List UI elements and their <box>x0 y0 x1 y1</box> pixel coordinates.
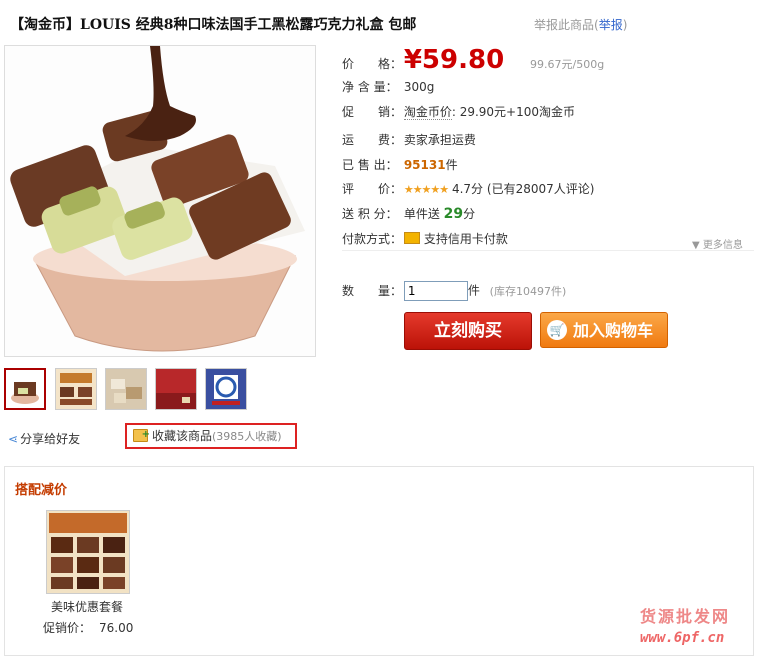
share-icon: ⋖ <box>8 432 19 446</box>
shipping-row: 运 费： 卖家承担运费 <box>342 131 476 148</box>
quantity-unit: 件 <box>467 283 480 298</box>
favorite-folder-icon <box>133 424 150 446</box>
combo-price-label: 促销价： <box>43 621 92 635</box>
promo-row: 促 销： 淘金币价: 29.90元+100淘金币 <box>342 105 576 120</box>
rating-label: 评 价： <box>342 182 403 196</box>
price-label: 价 格： <box>342 57 403 71</box>
promo-name[interactable]: 淘金币价 <box>403 105 452 120</box>
combo-image[interactable] <box>46 510 130 594</box>
rating-stars-icon: ★★★★★ <box>403 183 449 196</box>
shipping-label: 运 费： <box>342 133 403 147</box>
add-to-cart-label: 加入购物车 <box>573 321 654 340</box>
stock-count: (库存10497件) <box>489 284 567 298</box>
sold-label: 已 售 出： <box>342 158 398 172</box>
promo-label: 促 销： <box>342 105 403 119</box>
thumbnail-2[interactable] <box>55 368 97 410</box>
payment-value: 支持信用卡付款 <box>423 232 508 246</box>
combo-section: 搭配减价 美味优惠套餐 促销价： 76.00 <box>4 466 754 656</box>
credit-card-icon <box>403 232 420 244</box>
points-label: 送 积 分： <box>342 207 398 221</box>
report-anchor[interactable]: 举报 <box>599 18 623 32</box>
thumbnail-4[interactable] <box>155 368 197 410</box>
cart-icon: 🛒 <box>547 320 567 340</box>
more-info-link[interactable]: ▼ 更多信息 <box>692 236 743 251</box>
thumbnail-3[interactable] <box>105 368 147 410</box>
unit-price: 99.67元/500g <box>530 58 605 71</box>
report-link[interactable]: 举报此商品(举报) <box>534 16 627 33</box>
favorite-count: (3985人收藏) <box>212 430 282 443</box>
quantity-row: 数 量： 件 (库存10497件) <box>342 281 566 301</box>
rating-row: 评 价： ★★★★★ 4.7分 (已有28007人评论) <box>342 180 594 197</box>
share-text: 分享给好友 <box>20 432 81 446</box>
sold-row: 已 售 出： 95131件 <box>342 156 458 173</box>
rating-reviews[interactable]: (已有28007人评论) <box>487 182 595 196</box>
payment-row: 付款方式： 支持信用卡付款 <box>342 230 508 247</box>
price-value: ¥59.80 <box>403 45 505 75</box>
promo-value: 29.90元+100淘金币 <box>459 105 576 119</box>
thumbnail-1[interactable] <box>4 368 46 410</box>
net-weight-row: 净 含 量： 300g <box>342 78 434 95</box>
net-weight-label: 净 含 量： <box>342 80 398 94</box>
price-row: 价 格： ¥59.80 99.67元/500g <box>342 45 604 75</box>
thumbnail-3-image <box>106 369 146 409</box>
quantity-label: 数 量： <box>342 283 403 298</box>
add-to-cart-button[interactable]: 🛒 加入购物车 <box>540 312 668 348</box>
main-product-image[interactable] <box>4 45 316 357</box>
report-text: 举报此商品 <box>534 18 595 32</box>
combo-package-illustration <box>47 511 129 593</box>
points-row: 送 积 分： 单件送 29分 <box>342 205 475 222</box>
combo-price: 促销价： 76.00 <box>43 619 133 636</box>
favorite-text: 收藏该商品 <box>152 429 213 443</box>
watermark-url: www.6pf.cn <box>640 630 725 646</box>
points-unit: 分 <box>463 207 476 221</box>
points-value: 29 <box>443 206 464 222</box>
thumbnail-4-image <box>156 369 196 409</box>
favorite-button[interactable]: 收藏该商品(3985人收藏) <box>125 423 297 449</box>
combo-price-value: 76.00 <box>99 621 134 635</box>
chocolate-bowl-illustration <box>5 46 315 356</box>
thumbnail-2-image <box>56 369 96 409</box>
combo-title: 搭配减价 <box>15 483 68 498</box>
points-prefix: 单件送 <box>403 207 440 221</box>
thumbnail-1-image <box>6 370 44 408</box>
sold-value: 95131 <box>403 158 446 172</box>
share-link[interactable]: ⋖ 分享给好友 <box>8 430 80 447</box>
sold-unit: 件 <box>445 158 458 172</box>
watermark-title: 货源批发网 <box>640 607 731 626</box>
product-title: 【淘金币】LOUIS 经典8种口味法国手工黑松露巧克力礼盒 包邮 <box>10 17 417 33</box>
quantity-input[interactable] <box>403 281 468 301</box>
info-divider <box>342 250 754 251</box>
combo-name[interactable]: 美味优惠套餐 <box>51 598 123 615</box>
rating-score: 4.7分 <box>451 182 484 196</box>
net-weight-value: 300g <box>403 80 435 94</box>
thumbnail-5[interactable] <box>205 368 247 410</box>
buy-now-button[interactable]: 立刻购买 <box>404 312 532 350</box>
thumbnail-5-image <box>206 369 246 409</box>
shipping-value: 卖家承担运费 <box>403 133 476 147</box>
payment-label: 付款方式： <box>342 232 403 246</box>
